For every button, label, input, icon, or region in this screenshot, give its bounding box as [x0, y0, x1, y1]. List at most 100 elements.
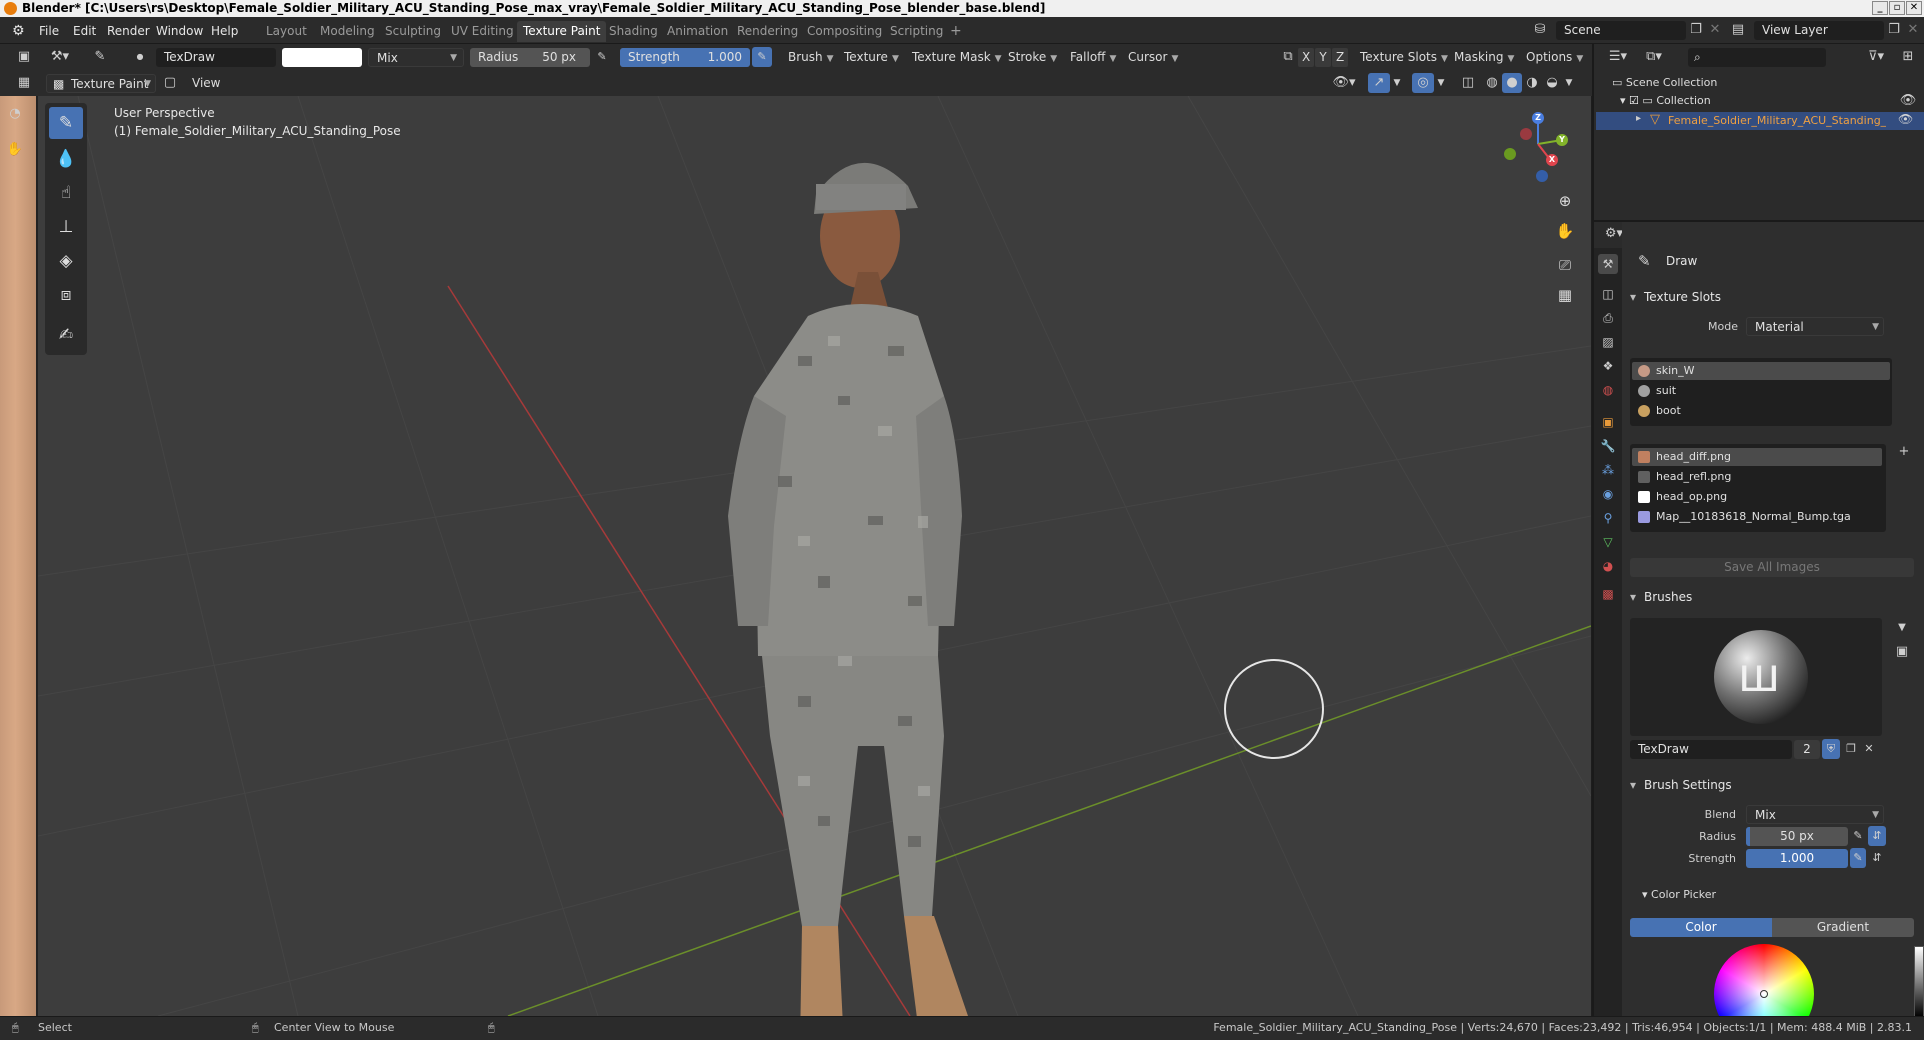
tab-texture-icon[interactable]: ▩ [1598, 584, 1618, 604]
texture-slot-mode-dropdown[interactable]: Material ▼ [1746, 317, 1884, 336]
fake-user-shield-icon[interactable]: ⛨ [1822, 739, 1840, 759]
pan-hand-icon[interactable]: ✋ [1552, 218, 1578, 244]
tab-compositing[interactable]: Compositing [801, 21, 888, 42]
collection-visibility-eye-icon[interactable]: 👁 [1898, 91, 1918, 111]
expand-collection-icon[interactable]: ▾ [1620, 94, 1629, 107]
rendered-shading-icon[interactable]: ◒ [1542, 73, 1562, 93]
menu-edit[interactable]: Edit [73, 22, 96, 40]
editor-type-icon[interactable]: ▣ [14, 47, 34, 67]
image-item-head-op[interactable]: head_op.png [1632, 488, 1882, 506]
image-item-normal-bump[interactable]: Map__10183618_Normal_Bump.tga [1632, 508, 1882, 526]
gradient-tab[interactable]: Gradient [1772, 918, 1914, 937]
tab-view-layer-icon[interactable]: ▨ [1598, 332, 1618, 352]
outliner-editor-icon[interactable]: ☰▾ [1604, 47, 1632, 67]
radius-unit-toggle-icon[interactable]: ⇵ [1868, 826, 1886, 846]
view-layer-field[interactable]: View Layer [1754, 21, 1884, 40]
overlay-toggle-icon[interactable]: ◎ [1412, 73, 1434, 93]
tab-object-icon[interactable]: ▣ [1598, 412, 1618, 432]
symmetry-z-toggle[interactable]: Z [1332, 48, 1348, 67]
new-collection-icon[interactable]: ⊞ [1898, 47, 1918, 67]
outliner-collection[interactable]: ▾ ☑ ▭ Collection [1620, 94, 1711, 107]
brush-name-input[interactable]: TexDraw [1630, 740, 1792, 759]
collection-checkbox[interactable]: ☑ [1629, 94, 1639, 107]
ortho-grid-icon[interactable]: ▦ [1552, 282, 1578, 308]
view-layer-icon[interactable]: ▤ [1726, 20, 1750, 40]
blend-mode-dropdown[interactable]: Mix ▼ [368, 48, 464, 67]
brush-blend-dropdown[interactable]: Mix ▼ [1746, 805, 1884, 824]
strength-pressure-icon[interactable]: ✎ [752, 47, 772, 67]
image-item-head-refl[interactable]: head_refl.png [1632, 468, 1882, 486]
view-menu[interactable]: View [188, 74, 224, 93]
outliner-scene-collection[interactable]: ▭ Scene Collection [1612, 76, 1717, 89]
3d-viewport[interactable]: User Perspective (1) Female_Soldier_Mili… [38, 96, 1591, 1016]
falloff-menu[interactable]: Falloff ▼ [1066, 48, 1120, 67]
maximize-button[interactable]: ▫ [1889, 1, 1905, 15]
radius-pressure-toggle-icon[interactable]: ✎ [1850, 826, 1866, 846]
tab-scene-icon[interactable]: ❖ [1598, 356, 1618, 376]
visibility-toggle-icon[interactable]: 👁▾ [1330, 73, 1358, 93]
xray-toggle-icon[interactable]: ◫ [1458, 73, 1478, 93]
symmetry-y-toggle[interactable]: Y [1315, 48, 1331, 67]
minimize-button[interactable]: _ [1872, 1, 1888, 15]
tab-scripting[interactable]: Scripting [884, 21, 949, 42]
texture-slots-menu[interactable]: Texture Slots ▼ [1356, 48, 1452, 67]
texture-slots-panel-header[interactable]: Texture Slots [1622, 286, 1924, 308]
delete-view-layer-icon[interactable]: ✕ [1904, 20, 1922, 40]
material-item-boot[interactable]: boot [1632, 402, 1890, 420]
scene-name-field[interactable]: Scene [1556, 21, 1686, 40]
new-view-layer-icon[interactable]: ❐ [1884, 20, 1904, 40]
color-tab[interactable]: Color [1630, 918, 1772, 937]
mask-tool-icon[interactable]: ⧈ [49, 279, 83, 311]
tab-shading[interactable]: Shading [603, 21, 664, 42]
tab-material-icon[interactable]: ◕ [1598, 556, 1618, 576]
material-item-suit[interactable]: suit [1632, 382, 1890, 400]
tab-texture-paint[interactable]: Texture Paint [517, 21, 607, 42]
clone-tool-icon[interactable]: ⊥ [49, 211, 83, 243]
tab-rendering[interactable]: Rendering [731, 21, 804, 42]
close-button[interactable]: ✕ [1906, 1, 1922, 15]
image-item-head-diff[interactable]: head_diff.png [1632, 448, 1882, 466]
gizmo-neg-z-axis[interactable] [1536, 170, 1548, 182]
tab-data-icon[interactable]: ▽ [1598, 532, 1618, 552]
wireframe-shading-icon[interactable]: ◍ [1482, 73, 1502, 93]
color-wheel-cursor[interactable] [1760, 990, 1768, 998]
color-picker-subpanel-header[interactable]: ▾ Color Picker [1642, 888, 1716, 901]
masking-menu[interactable]: Masking ▼ [1450, 48, 1518, 67]
brush-strength-field[interactable]: 1.000 [1746, 849, 1848, 868]
symmetry-x-toggle[interactable]: X [1298, 48, 1314, 67]
cursor-menu[interactable]: Cursor ▼ [1124, 48, 1182, 67]
brush-preview-icon[interactable]: ✎ [88, 47, 112, 67]
material-shading-icon[interactable]: ◑ [1522, 73, 1542, 93]
filter-icon[interactable]: ⊽▾ [1862, 47, 1890, 67]
fill-tool-icon[interactable]: ◈ [49, 245, 83, 277]
object-visibility-eye-icon[interactable]: 👁 [1898, 112, 1913, 126]
uv-editor-view-icon[interactable]: ◔ [4, 104, 26, 124]
tab-particles-icon[interactable]: ⁂ [1598, 460, 1618, 480]
material-item-skin[interactable]: skin_W [1632, 362, 1890, 380]
tab-animation[interactable]: Animation [661, 21, 734, 42]
menu-file[interactable]: File [39, 22, 59, 40]
soften-tool-icon[interactable]: 💧 [49, 143, 83, 175]
value-slider[interactable] [1914, 946, 1924, 1018]
menu-render[interactable]: Render [107, 22, 150, 40]
brush-expand-icon[interactable]: ▼ [1892, 618, 1912, 638]
camera-view-icon[interactable]: ⎚ [1552, 252, 1578, 278]
tab-render-icon[interactable]: ◫ [1598, 284, 1618, 304]
options-menu[interactable]: Options ▼ [1522, 48, 1587, 67]
tool-icon[interactable]: ⚒▾ [46, 47, 74, 67]
tab-modeling[interactable]: Modeling [314, 21, 381, 42]
strength-unit-toggle-icon[interactable]: ⇵ [1868, 848, 1886, 868]
stroke-menu[interactable]: Stroke ▼ [1004, 48, 1061, 67]
tab-modifiers-icon[interactable]: 🔧 [1598, 436, 1618, 456]
unlink-brush-icon[interactable]: ✕ [1860, 739, 1878, 759]
draw-tool-icon[interactable]: ✎ [49, 107, 83, 139]
menu-help[interactable]: Help [211, 22, 238, 40]
brush-radius-field[interactable]: 50 px [1746, 827, 1848, 846]
new-scene-icon[interactable]: ❐ [1686, 20, 1706, 40]
brush-name-field[interactable]: TexDraw [156, 48, 276, 67]
strength-pressure-toggle-icon[interactable]: ✎ [1850, 848, 1866, 868]
tab-uv-editing[interactable]: UV Editing [445, 21, 520, 42]
tab-constraints-icon[interactable]: ⚲ [1598, 508, 1618, 528]
menu-window[interactable]: Window [156, 22, 203, 40]
paint-mask-toggle-icon[interactable]: ▢ [160, 73, 180, 93]
